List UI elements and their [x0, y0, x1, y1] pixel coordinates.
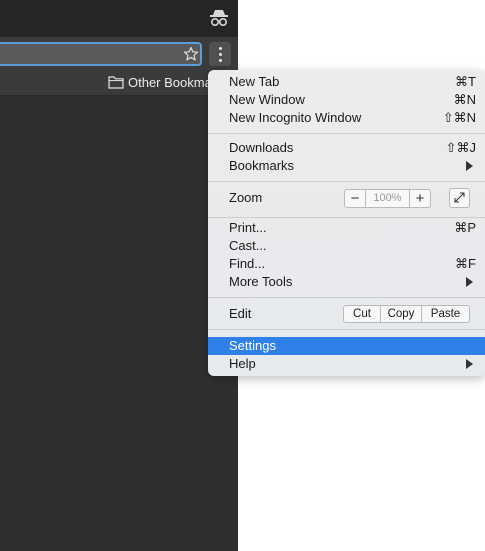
zoom-controls: − 100% +: [344, 189, 431, 208]
menu-separator: [208, 329, 485, 330]
menu-dots-icon: [219, 47, 222, 50]
star-icon[interactable]: [183, 46, 199, 62]
shortcut-downloads: ⇧⌘J: [445, 140, 476, 155]
shortcut-new-incognito-window: ⇧⌘N: [442, 110, 476, 125]
title-bar: [0, 0, 238, 37]
menu-dots-icon: [219, 53, 222, 56]
shortcut-new-tab: ⌘T: [455, 74, 476, 89]
paste-button[interactable]: Paste: [422, 306, 469, 322]
menu-item-more-tools[interactable]: More Tools: [229, 273, 292, 291]
incognito-icon: [210, 10, 228, 27]
menu-item-bookmarks[interactable]: Bookmarks: [229, 157, 294, 175]
fullscreen-button[interactable]: [449, 188, 470, 208]
zoom-level: 100%: [373, 192, 402, 204]
shortcut-new-window: ⌘N: [453, 92, 476, 107]
menu-item-edit: Edit: [229, 306, 252, 321]
zoom-out-button[interactable]: −: [345, 190, 366, 207]
browser-window: Other Bookmarks: [0, 0, 238, 551]
zoom-in-button[interactable]: +: [409, 190, 430, 207]
menu-separator: [208, 181, 485, 182]
menu-item-help[interactable]: Help: [229, 355, 256, 373]
menu-item-new-incognito-window[interactable]: New Incognito Window: [229, 109, 361, 127]
menu-button[interactable]: [209, 42, 231, 66]
menu-item-zoom: Zoom: [229, 190, 263, 205]
menu-item-find[interactable]: Find...: [229, 255, 265, 273]
submenu-arrow-icon: [466, 359, 473, 369]
menu-item-new-window[interactable]: New Window: [229, 91, 305, 109]
copy-button[interactable]: Copy: [381, 306, 422, 322]
menu-item-downloads[interactable]: Downloads: [229, 139, 293, 157]
cut-button[interactable]: Cut: [344, 306, 381, 322]
shortcut-print: ⌘P: [454, 220, 476, 235]
fullscreen-icon: [454, 192, 465, 203]
menu-item-cast[interactable]: Cast...: [229, 237, 267, 255]
folder-icon: [108, 76, 124, 89]
shortcut-find: ⌘F: [455, 256, 476, 271]
address-bar[interactable]: [0, 42, 202, 66]
submenu-arrow-icon: [466, 277, 473, 287]
menu-item-print[interactable]: Print...: [229, 219, 267, 237]
menu-separator: [208, 217, 485, 218]
submenu-arrow-icon: [466, 161, 473, 171]
menu-separator: [208, 297, 485, 298]
chrome-menu: New Tab ⌘T New Window ⌘N New Incognito W…: [208, 70, 485, 376]
page-content: [0, 96, 238, 551]
edit-controls: Cut Copy Paste: [343, 305, 470, 323]
menu-item-settings[interactable]: Settings: [229, 337, 276, 355]
menu-separator: [208, 133, 485, 134]
menu-dots-icon: [219, 59, 222, 62]
menu-item-new-tab[interactable]: New Tab: [229, 73, 279, 91]
